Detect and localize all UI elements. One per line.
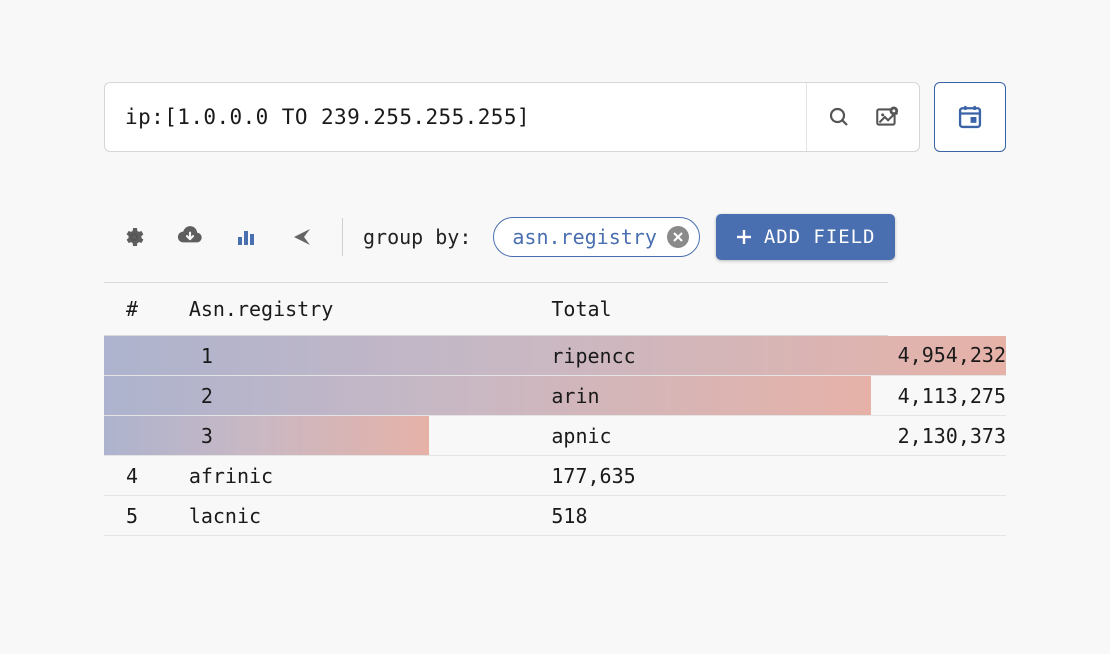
- col-header-num[interactable]: #: [104, 283, 179, 336]
- cell-registry: ripencc: [541, 336, 887, 376]
- cell-num: 5: [104, 496, 179, 536]
- cell-total: 4,954,232: [888, 336, 1006, 376]
- table-row[interactable]: 1ripencc4,954,232: [104, 336, 1006, 376]
- search-input[interactable]: [125, 105, 806, 129]
- col-header-registry[interactable]: Asn.registry: [179, 283, 542, 336]
- search-actions: [806, 83, 919, 151]
- table-row[interactable]: 4afrinic177,635: [104, 456, 1006, 496]
- cell-total: 4,113,275: [888, 376, 1006, 416]
- date-picker-button[interactable]: [934, 82, 1006, 152]
- results-toolbar: group by: asn.registry ADD FIELD: [104, 214, 1006, 282]
- chip-label: asn.registry: [512, 225, 657, 249]
- cell-registry: lacnic: [179, 496, 542, 536]
- share-icon[interactable]: [282, 217, 322, 257]
- cell-num: 4: [104, 456, 179, 496]
- cell-total: 177,635: [541, 456, 887, 496]
- image-search-icon[interactable]: [867, 97, 907, 137]
- cell-num: 1: [179, 336, 542, 376]
- cell-num: 2: [179, 376, 542, 416]
- search-icon[interactable]: [819, 97, 859, 137]
- cell-registry: afrinic: [179, 456, 542, 496]
- table-row[interactable]: 5lacnic518: [104, 496, 1006, 536]
- cell-total: 2,130,373: [888, 416, 1006, 456]
- table-row[interactable]: 3apnic2,130,373: [104, 416, 1006, 456]
- group-by-chip[interactable]: asn.registry: [493, 217, 700, 257]
- gear-icon[interactable]: [114, 217, 154, 257]
- col-header-total[interactable]: Total: [541, 283, 887, 336]
- chart-icon[interactable]: [226, 217, 266, 257]
- download-icon[interactable]: [170, 217, 210, 257]
- plus-icon: [736, 229, 752, 245]
- table-row[interactable]: 2arin4,113,275: [104, 376, 1006, 416]
- group-by-label: group by:: [363, 225, 471, 249]
- add-field-label: ADD FIELD: [764, 226, 876, 248]
- search-box: [104, 82, 920, 152]
- cell-registry: arin: [541, 376, 887, 416]
- cell-total: 518: [541, 496, 887, 536]
- results-table: # Asn.registry Total 1ripencc4,954,2322a…: [104, 282, 1006, 536]
- add-field-button[interactable]: ADD FIELD: [716, 214, 896, 260]
- cell-num: 3: [179, 416, 542, 456]
- close-icon[interactable]: [667, 226, 689, 248]
- toolbar-divider: [342, 218, 343, 256]
- cell-registry: apnic: [541, 416, 887, 456]
